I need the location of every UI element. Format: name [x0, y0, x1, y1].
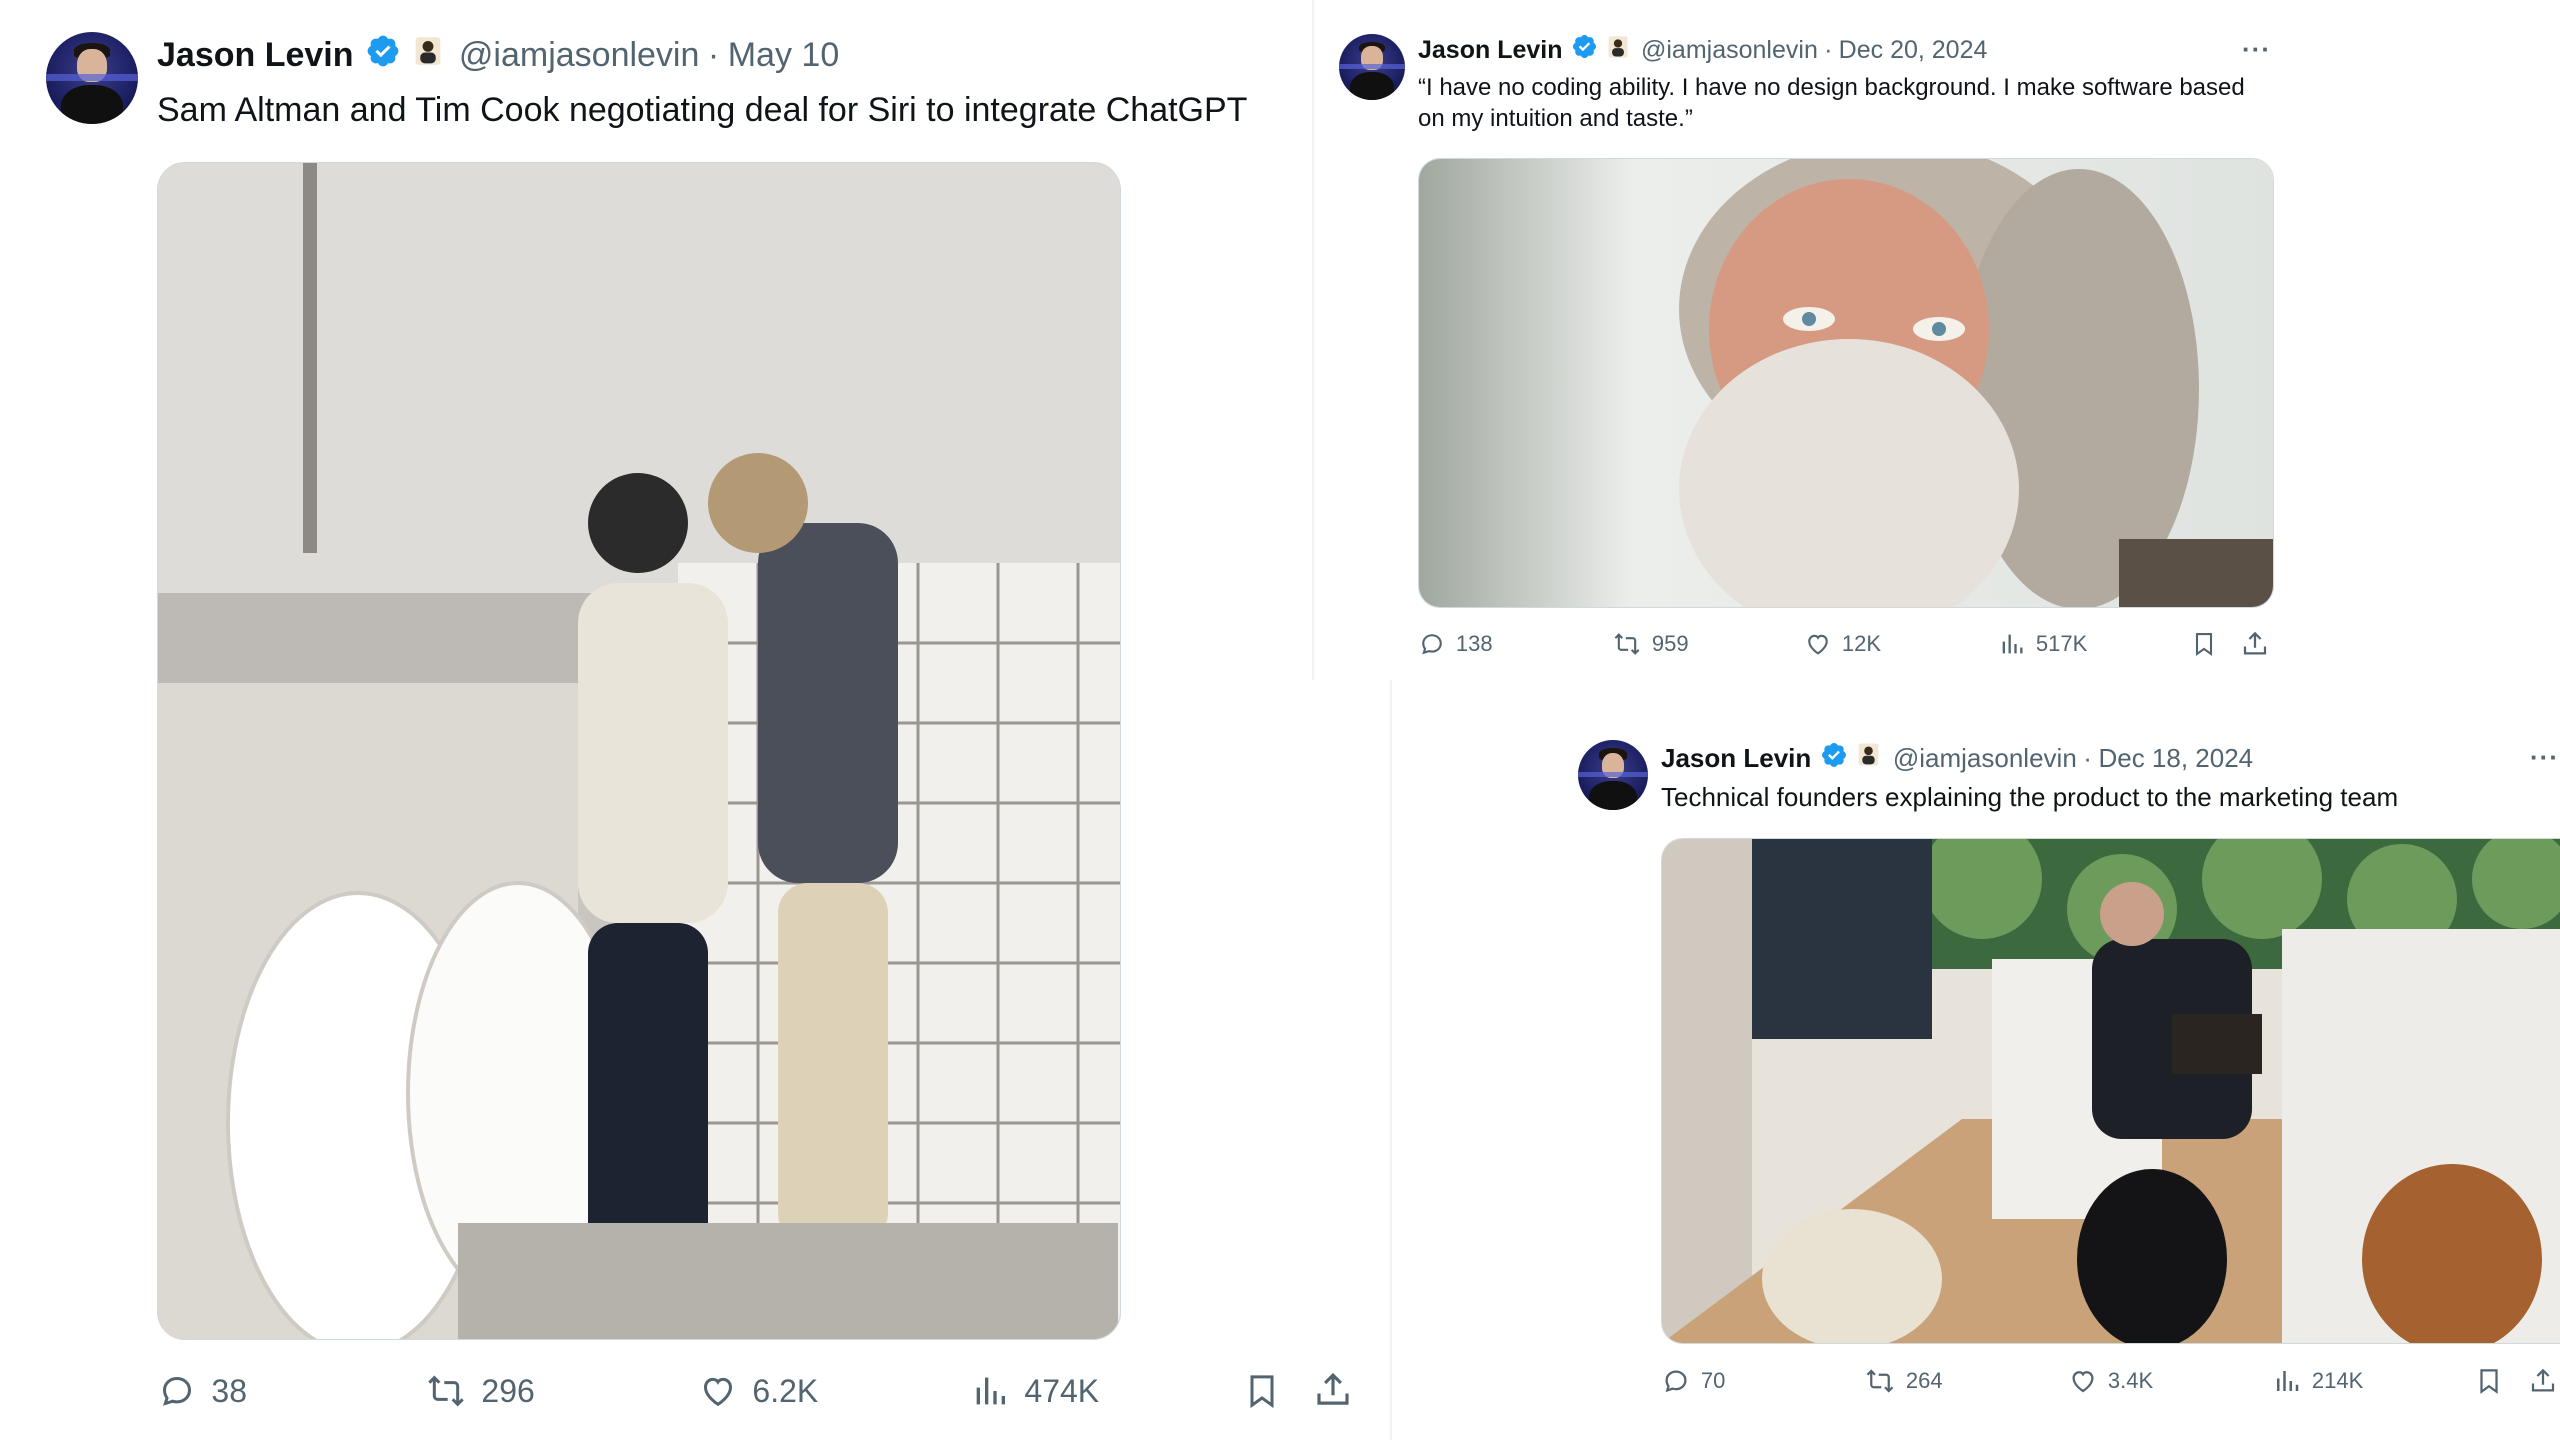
reply-button[interactable]: 70: [1661, 1366, 1725, 1396]
tweet-header: Jason Levin @iamjasonlevin · Dec 20, 202…: [1418, 32, 1987, 68]
profile-emoji-icon: [412, 34, 444, 77]
author-handle[interactable]: @iamjasonlevin: [1641, 36, 1818, 65]
repost-icon: [1866, 1369, 1894, 1393]
more-options-icon[interactable]: ···: [2242, 34, 2271, 65]
more-options-icon[interactable]: ···: [2530, 742, 2559, 773]
views-button[interactable]: 214K: [2272, 1366, 2363, 1396]
views-count: 474K: [1024, 1372, 1100, 1409]
tweet-text: Technical founders explaining the produc…: [1661, 782, 2399, 812]
profile-emoji-icon: [1856, 741, 1881, 775]
views-icon: [2277, 1371, 2299, 1391]
tweet-media-photo[interactable]: [1661, 838, 2560, 1344]
repost-icon: [1614, 633, 1640, 655]
tweet-card[interactable]: Jason Levin @iamjasonlevin · May 10 Sam …: [0, 0, 1360, 1440]
reply-icon: [1665, 1370, 1687, 1393]
repost-count: 264: [1905, 1368, 1943, 1393]
verified-badge-icon: [365, 33, 401, 78]
views-count: 214K: [2311, 1368, 2364, 1393]
heart-icon: [1808, 634, 1828, 655]
share-icon[interactable]: [2240, 629, 2270, 664]
reply-button[interactable]: 38: [157, 1371, 247, 1411]
reply-count: 38: [211, 1372, 247, 1409]
reply-button[interactable]: 138: [1418, 630, 1493, 658]
tweet-media-photo[interactable]: [157, 162, 1121, 1340]
tweet-text: Sam Altman and Tim Cook negotiating deal…: [157, 91, 1248, 129]
tweet-card[interactable]: Jason Levin @iamjasonlevin · Dec 20, 202…: [1314, 0, 2314, 680]
views-count: 517K: [2035, 631, 2088, 656]
repost-icon: [428, 1375, 464, 1407]
author-handle[interactable]: @iamjasonlevin: [459, 36, 700, 75]
tweet-media-photo[interactable]: [1418, 158, 2274, 608]
share-icon[interactable]: [1312, 1369, 1354, 1416]
reply-icon: [162, 1376, 192, 1406]
repost-button[interactable]: 264: [1864, 1366, 1943, 1396]
repost-button[interactable]: 959: [1612, 630, 1689, 658]
like-count: 12K: [1841, 631, 1882, 656]
avatar[interactable]: [1578, 740, 1648, 810]
reply-icon: [1422, 634, 1442, 655]
views-button[interactable]: 517K: [1998, 630, 2087, 658]
tweet-date[interactable]: Dec 18, 2024: [2098, 743, 2253, 774]
meta-separator: ·: [2083, 742, 2092, 773]
tweet-date[interactable]: May 10: [728, 36, 840, 75]
author-handle[interactable]: @iamjasonlevin: [1893, 743, 2077, 774]
like-count: 6.2K: [752, 1372, 819, 1409]
profile-emoji-icon: [1606, 34, 1630, 67]
tweet-card[interactable]: Jason Levin @iamjasonlevin · Dec 18, 202…: [1392, 700, 2560, 1440]
like-button[interactable]: 12K: [1804, 630, 1881, 658]
like-button[interactable]: 3.4K: [2068, 1366, 2153, 1396]
like-button[interactable]: 6.2K: [698, 1371, 818, 1411]
verified-badge-icon: [1820, 741, 1848, 776]
tweet-text: “I have no coding ability. I have no des…: [1418, 74, 2245, 133]
meta-separator: ·: [1824, 35, 1833, 64]
verified-badge-icon: [1571, 33, 1598, 67]
reply-count: 138: [1455, 631, 1493, 656]
bookmark-icon[interactable]: [1242, 1371, 1282, 1416]
views-button[interactable]: 474K: [970, 1371, 1099, 1411]
like-count: 3.4K: [2107, 1368, 2154, 1393]
avatar[interactable]: [1339, 34, 1405, 100]
share-icon[interactable]: [2528, 1365, 2558, 1402]
bookmark-icon[interactable]: [2190, 630, 2218, 663]
tweet-header: Jason Levin @iamjasonlevin · May 10: [157, 30, 839, 80]
avatar[interactable]: [46, 32, 138, 124]
bookmark-icon[interactable]: [2474, 1366, 2504, 1401]
author-name[interactable]: Jason Levin: [1418, 36, 1563, 65]
views-icon: [976, 1377, 1005, 1405]
tweet-header: Jason Levin @iamjasonlevin · Dec 18, 202…: [1661, 740, 2253, 776]
repost-count: 296: [481, 1372, 535, 1409]
views-icon: [2002, 634, 2023, 654]
heart-icon: [703, 1377, 733, 1407]
repost-count: 959: [1651, 631, 1689, 656]
heart-icon: [2072, 1371, 2094, 1393]
author-name[interactable]: Jason Levin: [1661, 743, 1811, 774]
author-name[interactable]: Jason Levin: [157, 36, 354, 75]
repost-button[interactable]: 296: [425, 1371, 535, 1411]
meta-separator: ·: [707, 35, 720, 74]
tweet-date[interactable]: Dec 20, 2024: [1839, 36, 1988, 65]
reply-count: 70: [1700, 1368, 1726, 1393]
